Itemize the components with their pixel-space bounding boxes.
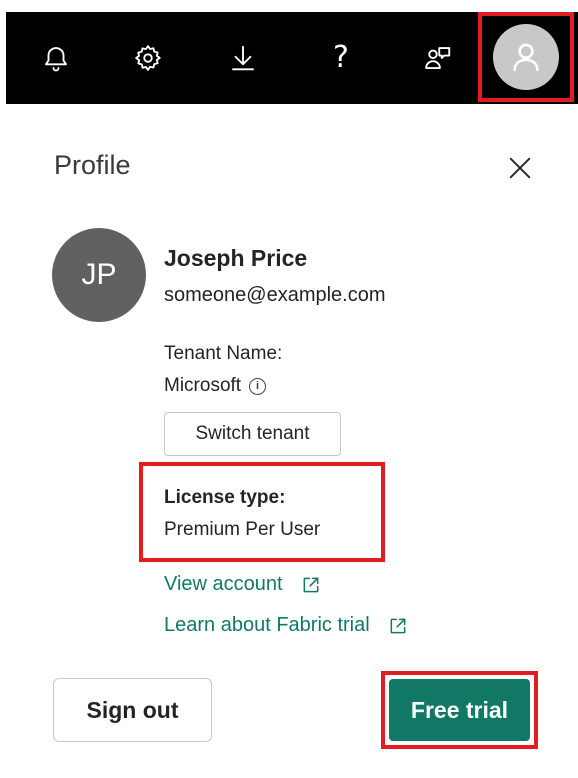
- view-account-label: View account: [164, 573, 283, 595]
- switch-tenant-button[interactable]: Switch tenant: [164, 412, 341, 456]
- feedback-icon: [425, 47, 451, 69]
- view-account-link[interactable]: View account: [164, 573, 321, 596]
- tenant-label: Tenant Name:: [164, 343, 283, 364]
- account-manager-button[interactable]: [478, 12, 574, 102]
- download-button[interactable]: [213, 12, 273, 104]
- license-label: License type:: [164, 487, 286, 508]
- feedback-button[interactable]: [408, 12, 468, 104]
- tenant-name: Microsoft: [164, 375, 242, 396]
- close-icon: [509, 157, 531, 179]
- learn-fabric-trial-link[interactable]: Learn about Fabric trial: [164, 614, 408, 637]
- user-name: Joseph Price: [164, 245, 308, 271]
- license-highlight: [139, 462, 385, 562]
- tenant-value: Microsoft i: [164, 375, 267, 397]
- notifications-button[interactable]: [26, 12, 86, 104]
- help-button[interactable]: ?: [311, 12, 371, 104]
- license-value: Premium Per User: [164, 519, 321, 540]
- external-link-icon: [390, 618, 406, 633]
- close-button[interactable]: [500, 148, 540, 188]
- download-icon: [232, 45, 254, 71]
- learn-fabric-trial-label: Learn about Fabric trial: [164, 614, 370, 636]
- panel-title: Profile: [54, 150, 131, 180]
- account-icon: [513, 43, 539, 72]
- user-email: someone@example.com: [164, 284, 386, 306]
- settings-button[interactable]: [118, 12, 178, 104]
- free-trial-button[interactable]: Free trial: [389, 679, 530, 741]
- bell-icon: [45, 47, 67, 72]
- help-icon: ?: [333, 40, 349, 75]
- sign-out-button[interactable]: Sign out: [53, 678, 212, 742]
- gear-icon: [135, 45, 161, 71]
- info-icon[interactable]: i: [249, 377, 267, 395]
- user-avatar: JP: [52, 228, 146, 322]
- avatar: [493, 24, 559, 90]
- external-link-icon: [303, 577, 319, 592]
